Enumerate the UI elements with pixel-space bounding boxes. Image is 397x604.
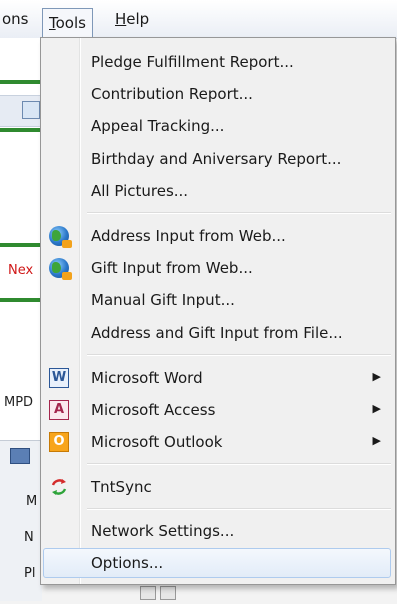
menu-item-label: Manual Gift Input... <box>91 291 235 309</box>
menu-item-address-input-from-web[interactable]: Address Input from Web... <box>43 221 391 251</box>
menu-item-label: Birthday and Aniversary Report... <box>91 150 342 168</box>
submenu-arrow-icon: ▶ <box>372 370 381 383</box>
checkbox[interactable] <box>140 586 156 600</box>
globe-icon <box>49 226 72 248</box>
next-link-fragment[interactable]: Nex <box>8 263 33 278</box>
field-label-fragment: Pl <box>24 566 36 581</box>
menu-item-manual-gift-input[interactable]: Manual Gift Input... <box>43 285 391 315</box>
toolbar-icon[interactable] <box>22 101 40 119</box>
menu-item-all-pictures[interactable]: All Pictures... <box>43 176 391 206</box>
submenu-arrow-icon: ▶ <box>372 434 381 447</box>
menu-help-label: elp <box>126 10 150 28</box>
menu-item-microsoft-access[interactable]: A Microsoft Access ▶ <box>43 395 391 425</box>
menu-item-network-settings[interactable]: Network Settings... <box>43 516 391 546</box>
green-stripe <box>0 128 42 132</box>
menu-item-address-gift-input-from-file[interactable]: Address and Gift Input from File... <box>43 318 391 348</box>
menu-item-label: Network Settings... <box>91 522 235 540</box>
menu-item-label: Microsoft Word <box>91 369 203 387</box>
menu-tools-label: ools <box>55 14 86 32</box>
menu-item-tntsync[interactable]: TntSync <box>43 472 391 502</box>
background-lower-panel <box>0 440 42 601</box>
menu-item-label: TntSync <box>91 478 152 496</box>
menu-item-birthday-anniversary-report[interactable]: Birthday and Aniversary Report... <box>43 144 391 174</box>
field-label-fragment: M <box>26 494 38 509</box>
sync-icon <box>49 477 69 497</box>
menu-item-label: Gift Input from Web... <box>91 259 253 277</box>
menu-separator <box>87 212 391 214</box>
submenu-arrow-icon: ▶ <box>372 402 381 415</box>
menu-item-label: Appeal Tracking... <box>91 117 225 135</box>
menu-tools-mnemonic: T <box>49 14 56 32</box>
mpd-label-fragment: MPD <box>4 395 34 410</box>
bottom-controls <box>140 586 200 600</box>
menu-bar: ons Tools Help <box>0 0 397 39</box>
green-stripe <box>0 298 42 302</box>
panel-icon[interactable] <box>10 448 30 464</box>
green-stripe <box>0 80 42 84</box>
menu-item-appeal-tracking[interactable]: Appeal Tracking... <box>43 111 391 141</box>
word-icon: W <box>49 368 69 388</box>
menu-item-label: Address and Gift Input from File... <box>91 324 343 342</box>
menu-item-pledge-fulfillment-report[interactable]: Pledge Fulfillment Report... <box>43 47 391 77</box>
outlook-icon: O <box>49 432 69 452</box>
menu-item-label: Microsoft Access <box>91 401 216 419</box>
menu-item-label: Pledge Fulfillment Report... <box>91 53 294 71</box>
menu-item-label: Options... <box>91 554 164 572</box>
menu-item-label: Address Input from Web... <box>91 227 286 245</box>
menu-item-label: Contribution Report... <box>91 85 253 103</box>
menu-separator <box>87 354 391 356</box>
tools-menu: Pledge Fulfillment Report... Contributio… <box>40 37 396 585</box>
menu-item-label: Microsoft Outlook <box>91 433 223 451</box>
access-icon: A <box>49 400 69 420</box>
menu-tools[interactable]: Tools <box>42 8 93 37</box>
background-toolbar <box>0 95 42 127</box>
menu-item-microsoft-outlook[interactable]: O Microsoft Outlook ▶ <box>43 427 391 457</box>
menu-item-options[interactable]: Options... <box>43 548 391 578</box>
menu-help-mnemonic: H <box>115 10 127 28</box>
menu-item-contribution-report[interactable]: Contribution Report... <box>43 79 391 109</box>
globe-icon <box>49 258 72 280</box>
menu-separator <box>87 508 391 510</box>
menu-options-partial[interactable]: ons <box>2 10 29 28</box>
checkbox[interactable] <box>160 586 176 600</box>
green-stripe <box>0 243 42 247</box>
menu-separator <box>87 463 391 465</box>
menu-help[interactable]: Help <box>115 10 149 28</box>
menu-item-label: All Pictures... <box>91 182 189 200</box>
field-label-fragment: N <box>24 530 34 545</box>
menu-item-microsoft-word[interactable]: W Microsoft Word ▶ <box>43 363 391 393</box>
menu-item-gift-input-from-web[interactable]: Gift Input from Web... <box>43 253 391 283</box>
